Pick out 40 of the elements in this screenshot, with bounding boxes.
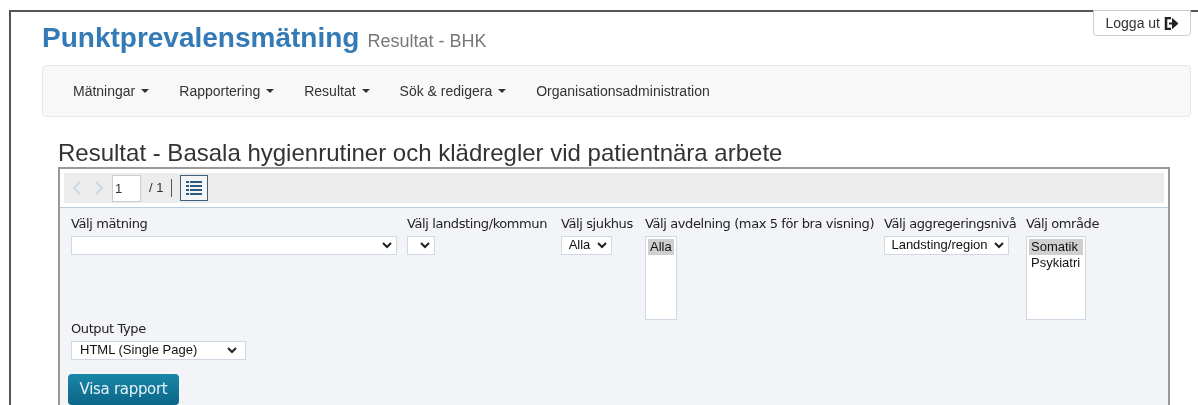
logout-icon [1164,16,1178,30]
dropdown-field[interactable]: HTML (Single Page) [71,340,246,360]
list-icon [186,180,203,196]
caret-icon [361,89,370,93]
caret-icon [141,89,150,93]
nav-menu-item[interactable]: Organisationsadministration [521,80,725,102]
document-map-button[interactable] [180,175,209,201]
field-label: Välj landsting/kommun [407,215,548,233]
show-report-button[interactable]: Visa rapport [68,373,179,405]
field-label: Välj område [1026,215,1099,233]
list-box[interactable]: Somatik Psykiatri [1026,235,1086,320]
page-subtitle: Resultat - BHK [367,30,487,53]
dropdown-field[interactable] [407,235,435,255]
caret-icon [266,89,275,93]
field-label: Välj sjukhus [561,215,633,233]
report-heading: Resultat - Basala hygienrutiner och klädregler vid patientnära arbete [58,139,784,167]
chevron-down-icon [382,241,392,249]
nav-menu-item[interactable]: Sök & redigera [384,80,522,102]
list-option[interactable]: Somatik [1029,238,1083,255]
chevron-down-icon [227,346,237,354]
list-option[interactable]: Alla [648,238,674,255]
field-label: Välj avdelning (max 5 för bra visning) [645,215,875,233]
dropdown-field[interactable]: Alla [561,235,612,255]
logout-button[interactable]: Logga ut [1092,10,1191,36]
chevron-down-icon [597,241,607,249]
nav-menu-item[interactable]: Resultat [289,80,385,102]
chevron-down-icon [994,241,1004,249]
nav-menu-item[interactable]: Rapportering [164,80,290,102]
list-box[interactable]: Alla [645,235,677,320]
field-label: Välj aggregeringsnivå [884,215,1017,233]
caret-icon [498,89,507,93]
dropdown-field[interactable]: Landsting/region [884,235,1009,255]
field-label: Välj mätning [71,215,148,233]
page-number-field[interactable]: 1 [112,174,141,202]
field-label: Output Type [71,320,146,338]
dropdown-field[interactable] [71,235,397,255]
app-title: Punktprevalensmätning [42,22,360,54]
page-total: / 1 [149,179,164,198]
chevron-down-icon [420,241,430,249]
nav-menu-item[interactable]: Mätningar [58,80,165,102]
